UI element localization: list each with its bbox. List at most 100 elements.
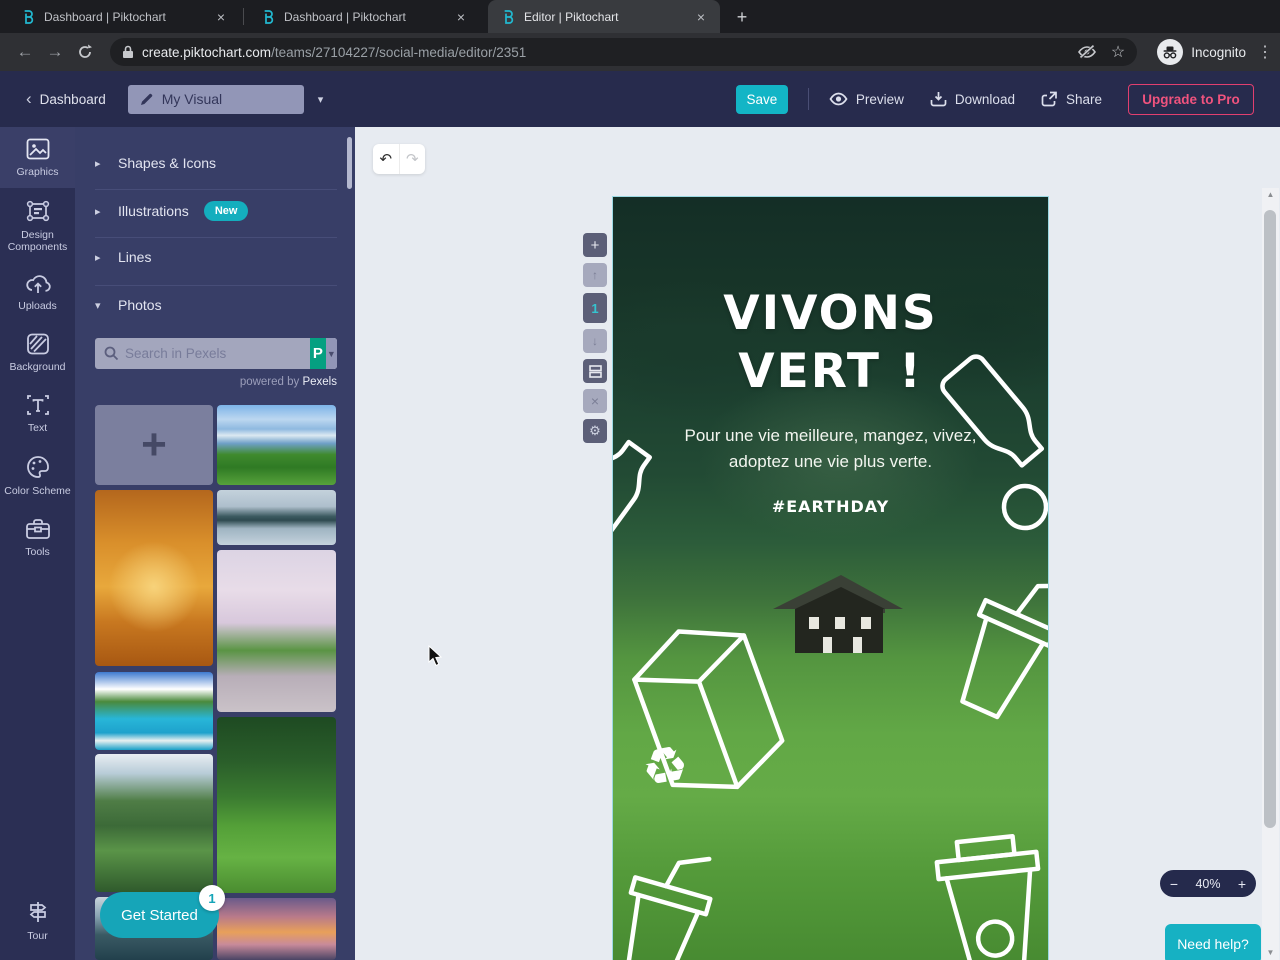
tab-close-icon[interactable]: × [212,8,230,26]
sidebar-item-label: Graphics [16,166,59,178]
title-dropdown-icon[interactable]: ▾ [318,93,324,106]
sidebar-item-uploads[interactable]: Uploads [0,263,75,322]
need-help-button[interactable]: Need help? [1165,924,1261,960]
url-path: /teams/27104227/social-media/editor/2351 [271,44,527,60]
cloud-upload-icon [25,275,51,293]
browser-menu-icon[interactable]: ⋮ [1250,42,1280,62]
sidebar-item-design-components[interactable]: Design Components [0,188,75,263]
graphics-panel: ▸ Shapes & Icons ▸ Illustrations New ▸ L… [75,127,355,960]
browser-tab-strip: Dashboard | Piktochart × Dashboard | Pik… [0,0,1280,33]
caret-right-icon: ▸ [95,205,101,218]
photo-thumbnail-sunset[interactable] [217,898,336,960]
photo-thumbnail-autumn-path[interactable] [95,490,213,666]
url-field[interactable]: create.piktochart.com/teams/27104227/soc… [110,38,1138,66]
caret-right-icon: ▸ [95,251,101,264]
background-icon [26,333,49,355]
text-icon [26,395,49,415]
zoom-level-value: 40% [1195,876,1221,891]
photo-results-grid: + [75,405,355,960]
photo-thumbnail-tropical-beach[interactable] [95,672,213,750]
tab-close-icon[interactable]: × [452,8,470,26]
section-lines[interactable]: ▸ Lines [95,249,337,265]
color-scheme-icon [26,456,49,478]
pencil-icon [140,93,152,105]
undo-redo-toolbar: ↶ ↷ [373,144,425,174]
sidebar-item-tools[interactable]: Tools [0,507,75,568]
zoom-in-button[interactable]: + [1228,876,1256,892]
search-icon [104,346,119,361]
pexels-brand-text: Pexels [302,376,337,388]
browser-tab-dashboard-1[interactable]: Dashboard | Piktochart × [8,0,244,33]
toolbox-icon [25,519,50,539]
sidebar-item-background[interactable]: Background [0,322,75,383]
editor-canvas-area[interactable]: ↶ ↷ + ↑ 1 ↓ × ⚙ VIVONS VERT ! Pour une v… [355,127,1280,960]
browser-tab-editor-active[interactable]: Editor | Piktochart × [488,0,720,33]
provider-caret-down-icon: ▼ [325,338,337,369]
photo-thumbnail-waterfall[interactable] [217,405,336,485]
zoom-out-button[interactable]: − [1160,876,1188,892]
canvas-scrollbar[interactable]: ▲ ▼ [1262,188,1279,960]
save-button[interactable]: Save [735,84,788,114]
tour-signpost-icon [29,902,46,922]
sidebar-item-label: Design Components [7,229,68,253]
sidebar-item-color-scheme[interactable]: Color Scheme [0,444,75,507]
undo-button[interactable]: ↶ [373,144,400,174]
section-illustrations[interactable]: ▸ Illustrations New [95,201,337,221]
design-block[interactable]: VIVONS VERT ! Pour une vie meilleure, ma… [612,196,1049,960]
add-photo-tile[interactable]: + [95,405,213,485]
redo-button[interactable]: ↷ [400,144,426,174]
poster-doodle-graphics: ♻ [613,354,1048,960]
panel-scrollbar-thumb[interactable] [347,137,352,189]
sidebar-item-label: Color Scheme [4,485,71,497]
new-tab-button[interactable]: + [728,3,756,31]
bookmark-star-icon[interactable]: ☆ [1111,42,1125,62]
scroll-down-icon[interactable]: ▼ [1262,946,1279,960]
block-settings-button[interactable]: ⚙ [583,419,607,443]
download-icon [930,92,947,107]
photo-thumbnail-train-valley[interactable] [95,754,213,892]
design-components-icon [26,200,49,222]
browser-back-icon[interactable]: ← [10,42,40,62]
download-button[interactable]: Download [930,91,1015,107]
canvas-scrollbar-thumb[interactable] [1264,210,1276,828]
duplicate-block-button[interactable] [583,359,607,383]
sidebar-item-text[interactable]: Text [0,383,75,444]
section-label: Lines [118,249,152,265]
new-badge: New [203,201,249,221]
browser-tab-dashboard-2[interactable]: Dashboard | Piktochart × [248,0,480,33]
eye-off-icon[interactable] [1077,44,1097,60]
caret-right-icon: ▸ [95,157,101,170]
piktochart-favicon [504,9,514,24]
add-block-button[interactable]: + [583,233,607,257]
share-button[interactable]: Share [1041,91,1102,107]
browser-reload-icon[interactable] [76,43,94,61]
sidebar-item-graphics[interactable]: Graphics [0,127,75,188]
section-shapes-icons[interactable]: ▸ Shapes & Icons [95,155,337,171]
browser-url-bar: ← → create.piktochart.com/teams/27104227… [0,33,1280,71]
scroll-up-icon[interactable]: ▲ [1262,188,1279,202]
back-to-dashboard-link[interactable]: ‹ Dashboard [26,89,106,109]
tab-close-icon[interactable]: × [692,8,710,26]
sidebar-item-tour[interactable]: Tour [0,889,75,952]
section-label: Photos [118,297,162,313]
upgrade-to-pro-button[interactable]: Upgrade to Pro [1128,83,1254,115]
bottle-doodle-right [940,354,1045,468]
search-in-pexels-input[interactable] [95,338,310,369]
incognito-badge: Incognito [1157,39,1246,65]
browser-forward-icon[interactable]: → [40,42,70,62]
visual-title-field[interactable]: My Visual [127,84,304,114]
photo-provider-button[interactable]: P ▼ [310,338,337,369]
section-photos[interactable]: ▾ Photos [95,297,337,313]
tab-title: Editor | Piktochart [524,9,619,24]
sidebar-item-label: Tools [25,546,50,558]
preview-button[interactable]: Preview [829,92,904,107]
move-block-up-button[interactable]: ↑ [583,263,607,287]
url-domain: create.piktochart.com [142,44,272,60]
photo-thumbnail-cherry-blossom[interactable] [217,550,336,712]
bottle-doodle-left [613,439,652,561]
move-block-down-button[interactable]: ↓ [583,329,607,353]
photo-thumbnail-green-valley[interactable] [217,717,336,893]
delete-block-button[interactable]: × [583,389,607,413]
panel-divider [95,285,337,286]
photo-thumbnail-mountain-lake[interactable] [217,490,336,545]
